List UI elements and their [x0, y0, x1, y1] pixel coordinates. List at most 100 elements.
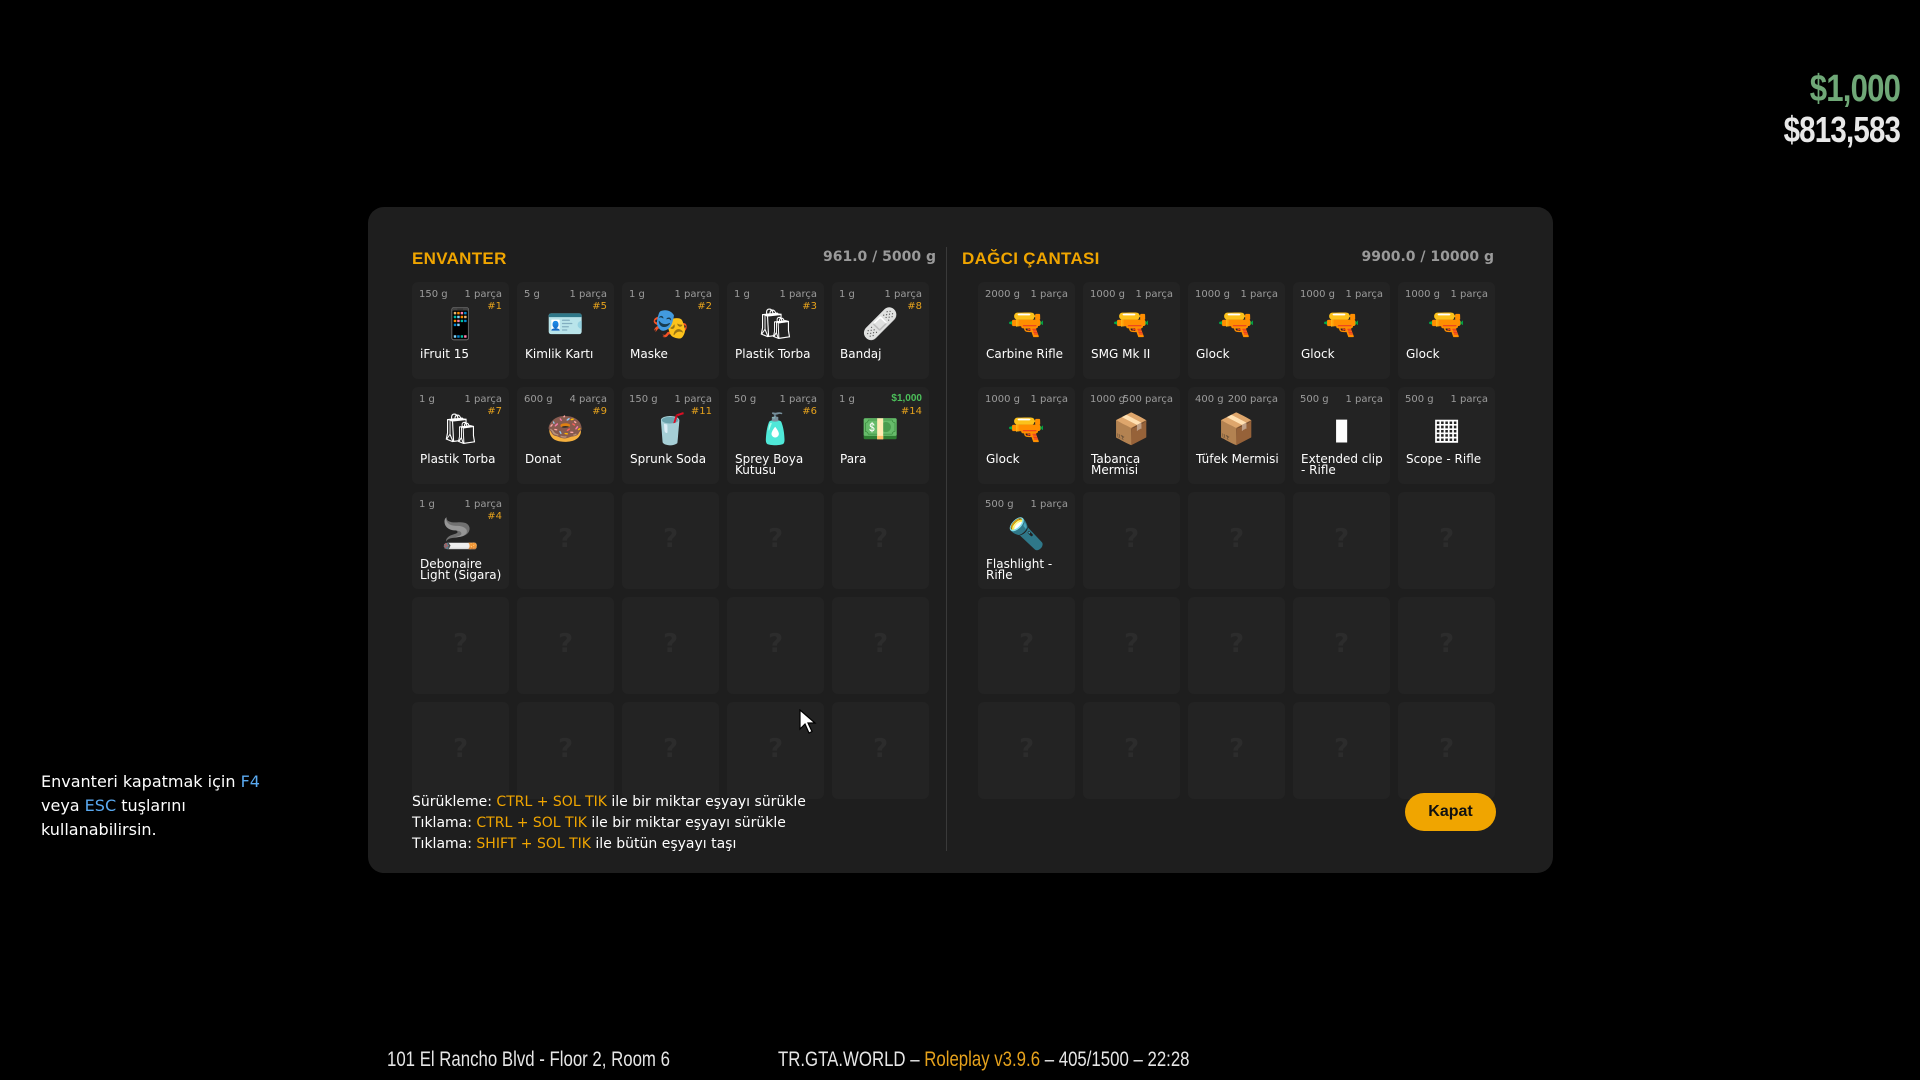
item-quantity: 1 parça [779, 289, 817, 300]
empty-slot[interactable] [412, 702, 509, 799]
item-label: Glock [1196, 347, 1230, 361]
item-weight: 150 g [419, 289, 448, 300]
empty-slot[interactable] [727, 597, 824, 694]
item-weight: 500 g [985, 499, 1014, 510]
item-quantity: 1 parça [464, 394, 502, 405]
item-slot[interactable]: 150 g1 parça #11 🥤 Sprunk Soda [622, 387, 719, 484]
item-quantity: 1 parça [1450, 289, 1488, 300]
empty-slot[interactable] [1398, 597, 1495, 694]
empty-slot[interactable] [622, 597, 719, 694]
item-slot[interactable]: 5 g1 parça #5 🪪 Kimlik Kartı [517, 282, 614, 379]
soda-icon: 🥤 [651, 411, 690, 447]
item-slot[interactable]: 1 g1 parça #2 🎭 Maske [622, 282, 719, 379]
empty-slot[interactable] [517, 492, 614, 589]
empty-slot[interactable] [1188, 702, 1285, 799]
item-weight: 1000 g [1090, 394, 1125, 405]
item-label: SMG Mk II [1091, 347, 1151, 361]
item-slot[interactable]: 400 g 200 parça 📦 Tüfek Mermisi [1188, 387, 1285, 484]
item-slot[interactable]: 1 g1 parça #7 🛍 Plastik Torba [412, 387, 509, 484]
cash-icon: 💵 [861, 411, 900, 447]
empty-slot[interactable] [622, 492, 719, 589]
item-quantity: 1 parça [464, 499, 502, 510]
bag-title: DAĞCI ÇANTASI [962, 249, 1100, 268]
item-weight: 1000 g [1090, 289, 1125, 300]
item-quantity: 1 parça [1240, 289, 1278, 300]
empty-slot[interactable] [517, 702, 614, 799]
item-slot[interactable]: 2000 g 1 parça 🔫 Carbine Rifle [978, 282, 1075, 379]
empty-slot[interactable] [978, 597, 1075, 694]
item-weight: 1 g [839, 394, 855, 405]
id-card-icon: 🪪 [546, 306, 585, 342]
item-weight: 1 g [419, 499, 435, 510]
spray-can-icon: 🧴 [756, 411, 795, 447]
bag-weight: 9900.0 / 10000 g [1361, 249, 1495, 265]
empty-slot[interactable] [1083, 702, 1180, 799]
item-slot[interactable]: 1 g1 parça #4 🚬 Debonaire Light (Sigara) [412, 492, 509, 589]
item-slot[interactable]: 150 g1 parça #1 📱 iFruit 15 [412, 282, 509, 379]
empty-slot[interactable] [832, 492, 929, 589]
inventory-weight: 961.0 / 5000 g [822, 249, 936, 265]
scope-icon: ▦ [1432, 411, 1461, 447]
empty-slot[interactable] [1398, 702, 1495, 799]
empty-slot[interactable] [832, 597, 929, 694]
item-slot[interactable]: 500 g 1 parça 🔦 Flashlight - Rifle [978, 492, 1075, 589]
item-label: Sprunk Soda [630, 452, 707, 466]
magazine-icon: ▮ [1333, 411, 1350, 447]
empty-slot[interactable] [1188, 492, 1285, 589]
empty-slot[interactable] [1083, 492, 1180, 589]
flashlight-icon: 🔦 [1007, 516, 1046, 552]
item-slot[interactable]: 1000 g 500 parça 📦 Tabanca Mermisi [1083, 387, 1180, 484]
item-label: iFruit 15 [420, 347, 470, 361]
item-slot[interactable]: 500 g 1 parça ▦ Scope - Rifle [1398, 387, 1495, 484]
empty-slot[interactable] [1398, 492, 1495, 589]
close-button[interactable]: Kapat [1405, 793, 1496, 831]
item-slot[interactable]: 1000 g 1 parça 🔫 Glock [1293, 282, 1390, 379]
rifle-icon: 🔫 [1007, 306, 1046, 342]
item-label: Flashlight - Rifle [986, 557, 1053, 582]
item-label: Glock [1301, 347, 1335, 361]
item-slot[interactable]: 500 g 1 parça ▮ Extended clip - Rifle [1293, 387, 1390, 484]
item-label: Bandaj [840, 347, 882, 361]
empty-slot[interactable] [1083, 597, 1180, 694]
item-slot[interactable]: 1000 g 1 parça 🔫 Glock [1398, 282, 1495, 379]
item-weight: 1 g [419, 394, 435, 405]
help-line: Tıklama: SHIFT + SOL TIK ile bütün eşyay… [412, 836, 737, 852]
pistol-icon: 🔫 [1322, 306, 1361, 342]
smg-icon: 🔫 [1112, 306, 1151, 342]
item-slot[interactable]: 600 g4 parça #9 🍩 Donat [517, 387, 614, 484]
panel-divider [946, 247, 947, 851]
item-slot[interactable]: 1 g1 parça #3 🛍 Plastik Torba [727, 282, 824, 379]
empty-slot[interactable] [727, 492, 824, 589]
bandage-icon: 🩹 [861, 306, 900, 342]
item-slot[interactable]: 1000 g 1 parça 🔫 SMG Mk II [1083, 282, 1180, 379]
empty-slot[interactable] [1188, 597, 1285, 694]
item-label: Tüfek Mermisi [1196, 452, 1279, 466]
item-quantity: 1 parça [1345, 289, 1383, 300]
inventory-grid: 150 g1 parça #1 📱 iFruit 15 5 g1 parça #5 🪪 Kim… [412, 282, 929, 799]
item-weight: 5 g [524, 289, 540, 300]
empty-slot[interactable] [412, 597, 509, 694]
empty-slot[interactable] [1293, 492, 1390, 589]
ammo-box-icon: 📦 [1217, 411, 1256, 447]
empty-slot[interactable] [978, 702, 1075, 799]
item-weight: 1 g [629, 289, 645, 300]
item-slot[interactable]: 50 g1 parça #6 🧴 Sprey Boya Kutusu [727, 387, 824, 484]
item-quantity: 1 parça [1135, 289, 1173, 300]
item-slot[interactable]: 1 g1 parça #8 🩹 Bandaj [832, 282, 929, 379]
empty-slot[interactable] [517, 597, 614, 694]
help-line: Tıklama: CTRL + SOL TIK ile bir miktar e… [412, 815, 786, 831]
empty-slot[interactable] [832, 702, 929, 799]
item-slot[interactable]: 1 g $1,000 #14 💵 Para [832, 387, 929, 484]
item-label: Maske [630, 347, 668, 361]
item-quantity: 1 parça [779, 394, 817, 405]
item-label: Plastik Torba [420, 452, 496, 466]
empty-slot[interactable] [1293, 702, 1390, 799]
item-label: Kimlik Kartı [525, 347, 594, 361]
bank-amount: $813,583 [1783, 109, 1900, 150]
item-slot[interactable]: 1000 g 1 parça 🔫 Glock [978, 387, 1075, 484]
item-slot[interactable]: 1000 g 1 parça 🔫 Glock [1188, 282, 1285, 379]
item-weight: 500 g [1300, 394, 1329, 405]
pistol-icon: 🔫 [1007, 411, 1046, 447]
empty-slot[interactable] [622, 702, 719, 799]
empty-slot[interactable] [1293, 597, 1390, 694]
